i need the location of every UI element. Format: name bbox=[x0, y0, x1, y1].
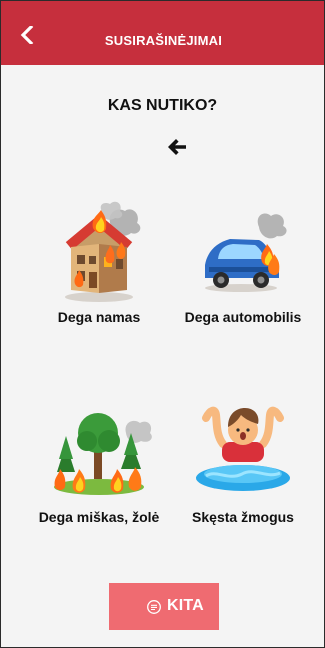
option-burning-house[interactable]: Dega namas bbox=[29, 201, 169, 351]
drowning-person-icon bbox=[196, 406, 290, 491]
kita-button-label: KITA bbox=[167, 597, 204, 614]
burning-car-icon bbox=[205, 213, 287, 292]
option-label: Dega miškas, žolė bbox=[38, 509, 160, 525]
option-label: Dega namas bbox=[57, 309, 141, 325]
option-label: Dega automobilis bbox=[184, 309, 302, 325]
header-bar: SUSIRAŠINĖJIMAI bbox=[1, 1, 324, 65]
arrow-left-icon bbox=[168, 139, 186, 155]
page-title: SUSIRAŠINĖJIMAI bbox=[104, 33, 223, 48]
option-label: Skęsta žmogus bbox=[192, 509, 294, 525]
app-screen: SUSIRAŠINĖJIMAI KAS NUTIKO? Dega namas D… bbox=[0, 0, 325, 648]
option-burning-car[interactable]: Dega automobilis bbox=[173, 201, 313, 351]
burning-house-icon bbox=[65, 201, 141, 302]
option-forest-fire[interactable]: Dega miškas, žolė bbox=[29, 397, 169, 547]
option-drowning-person[interactable]: Skęsta žmogus bbox=[173, 397, 313, 547]
forest-fire-icon bbox=[54, 413, 152, 495]
kita-button[interactable]: KITA bbox=[109, 583, 219, 630]
question-heading: KAS NUTIKO? bbox=[107, 97, 218, 114]
chat-bubble-icon bbox=[147, 600, 161, 614]
